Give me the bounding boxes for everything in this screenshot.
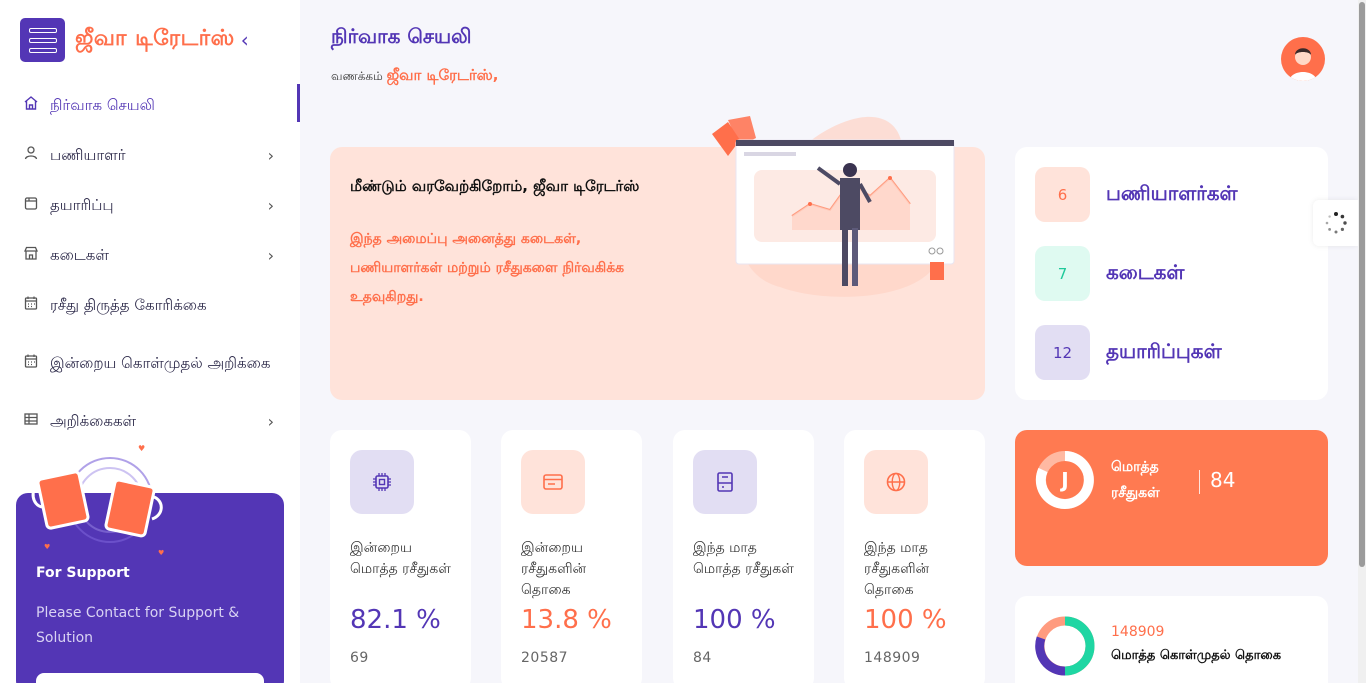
sidebar-item-stores[interactable]: கடைகள் › bbox=[0, 230, 300, 280]
counter-card: 6 பணியாளர்கள் 7 கடைகள் 12 தயாரிப்புகள் bbox=[1015, 147, 1328, 400]
counter-label: கடைகள் bbox=[1106, 260, 1185, 284]
chip-icon bbox=[350, 450, 414, 514]
support-button[interactable] bbox=[36, 673, 264, 683]
sidebar: ஜீவா டிரேடர்ஸ் ‹ நிர்வாக செயலி பணியாளர் … bbox=[0, 0, 300, 683]
home-icon bbox=[22, 95, 40, 115]
stat-card-month-amount: இந்த மாத ரசீதுகளின் தொகை 100 % 148909 bbox=[844, 430, 985, 683]
stat-value: 100 % bbox=[693, 605, 776, 635]
counter-label: பணியாளர்கள் bbox=[1106, 181, 1238, 205]
menu-icon[interactable] bbox=[20, 18, 65, 62]
counter-products[interactable]: 12 தயாரிப்புகள் bbox=[1035, 325, 1222, 380]
calendar-icon bbox=[22, 353, 40, 373]
window-icon bbox=[521, 450, 585, 514]
counter-value: 7 bbox=[1035, 246, 1090, 301]
sidebar-item-label: அறிக்கைகள் bbox=[50, 411, 137, 430]
stat-value: 13.8 % bbox=[521, 605, 612, 635]
counter-value: 12 bbox=[1035, 325, 1090, 380]
svg-text:♥: ♥ bbox=[138, 445, 145, 453]
brand-name: ஜீவா டிரேடர்ஸ் bbox=[75, 26, 235, 51]
chevron-right-icon: › bbox=[267, 411, 274, 431]
brand[interactable]: ஜீவா டிரேடர்ஸ் ‹ bbox=[20, 18, 249, 62]
scrollbar-thumb[interactable] bbox=[1359, 2, 1365, 567]
page-title: நிர்வாக செயலி bbox=[331, 24, 472, 48]
box-icon bbox=[22, 195, 40, 215]
stat-label: இந்த மாத மொத்த ரசீதுகள் bbox=[693, 540, 794, 577]
welcome-title: மீண்டும் வரவேற்கிறோம், ஜீவா டிரேடர்ஸ் bbox=[350, 177, 640, 195]
sidebar-item-label: கடைகள் bbox=[50, 245, 109, 264]
greeting: வணக்கம் ஜீவா டிரேடர்ஸ், bbox=[331, 66, 498, 86]
stat-sub: 148909 bbox=[864, 650, 921, 666]
stat-card-today-amount: இன்றைய ரசீதுகளின் தொகை 13.8 % 20587 bbox=[501, 430, 642, 683]
support-title: For Support bbox=[36, 565, 130, 581]
stat-label: இந்த மாத ரசீதுகளின் தொகை bbox=[864, 540, 930, 598]
chevron-right-icon: › bbox=[267, 195, 274, 215]
stat-card-month-receipts: இந்த மாத மொத்த ரசீதுகள் 100 % 84 bbox=[673, 430, 814, 683]
sidebar-item-label: ரசீது திருத்த கோரிக்கை bbox=[50, 295, 207, 314]
greeting-prefix: வணக்கம் bbox=[331, 69, 383, 83]
stat-sub: 69 bbox=[350, 650, 369, 666]
counter-label: தயாரிப்புகள் bbox=[1106, 339, 1222, 363]
counter-stores[interactable]: 7 கடைகள் bbox=[1035, 246, 1184, 301]
sidebar-item-purchase-report[interactable]: இன்றைய கொள்முதல் அறிக்கை bbox=[0, 330, 300, 396]
support-text: Please Contact for Support & Solution bbox=[36, 605, 240, 646]
divider bbox=[1199, 470, 1200, 494]
store-icon bbox=[22, 245, 40, 265]
cheers-illustration: ♥ ♥ ♥ bbox=[31, 445, 164, 555]
sidebar-item-dashboard[interactable]: நிர்வாக செயலி bbox=[0, 80, 300, 130]
total-purchase-card: 148909 மொத்த கொள்முதல் தொகை bbox=[1015, 596, 1328, 683]
scrollbar[interactable] bbox=[1358, 0, 1366, 683]
sidebar-item-label: இன்றைய கொள்முதல் அறிக்கை bbox=[50, 353, 271, 372]
sidebar-item-reports[interactable]: அறிக்கைகள் › bbox=[0, 396, 300, 446]
avatar[interactable] bbox=[1281, 37, 1325, 81]
stat-sub: 20587 bbox=[521, 650, 569, 666]
chevron-right-icon: › bbox=[267, 245, 274, 265]
presentation-illustration bbox=[712, 116, 955, 297]
counter-employees[interactable]: 6 பணியாளர்கள் bbox=[1035, 167, 1238, 222]
sidebar-item-receipt-edit[interactable]: ரசீது திருத்த கோரிக்கை bbox=[0, 280, 300, 330]
user-icon bbox=[22, 145, 40, 165]
svg-text:♥: ♥ bbox=[44, 543, 50, 551]
globe-icon bbox=[864, 450, 928, 514]
total-receipts-card: J மொத்த ரசீதுகள் 84 bbox=[1015, 430, 1328, 566]
drive-icon bbox=[693, 450, 757, 514]
calendar-icon bbox=[22, 295, 40, 315]
greeting-name: ஜீவா டிரேடர்ஸ், bbox=[386, 66, 499, 84]
stat-label: இன்றைய ரசீதுகளின் தொகை bbox=[521, 540, 587, 598]
chevron-left-icon[interactable]: ‹ bbox=[241, 28, 249, 52]
sidebar-menu: நிர்வாக செயலி பணியாளர் › தயாரிப்பு › கடை… bbox=[0, 80, 300, 446]
stat-sub: 84 bbox=[693, 650, 712, 666]
sidebar-item-label: நிர்வாக செயலி bbox=[50, 95, 155, 114]
stat-card-today-receipts: இன்றைய மொத்த ரசீதுகள் 82.1 % 69 bbox=[330, 430, 471, 683]
purchase-donut bbox=[1035, 616, 1095, 676]
stat-value: 82.1 % bbox=[350, 605, 441, 635]
table-icon bbox=[22, 411, 40, 431]
stat-value: 100 % bbox=[864, 605, 947, 635]
sidebar-item-label: பணியாளர் bbox=[50, 145, 126, 164]
receipts-value: 84 bbox=[1210, 468, 1236, 492]
loading-spinner-icon[interactable] bbox=[1313, 200, 1358, 246]
purchase-value: 148909 bbox=[1111, 624, 1165, 640]
chevron-right-icon: › bbox=[267, 145, 274, 165]
receipts-label: மொத்த ரசீதுகள் bbox=[1111, 459, 1160, 501]
receipts-letter: J bbox=[1061, 468, 1069, 492]
svg-text:♥: ♥ bbox=[158, 549, 164, 555]
sidebar-item-employee[interactable]: பணியாளர் › bbox=[0, 130, 300, 180]
stat-label: இன்றைய மொத்த ரசீதுகள் bbox=[350, 540, 451, 577]
sidebar-item-product[interactable]: தயாரிப்பு › bbox=[0, 180, 300, 230]
welcome-description: இந்த அமைப்பு அனைத்து கடைகள், பணியாளர்கள்… bbox=[350, 231, 625, 305]
purchase-label: மொத்த கொள்முதல் தொகை bbox=[1111, 648, 1282, 663]
sidebar-item-label: தயாரிப்பு bbox=[50, 195, 114, 214]
counter-value: 6 bbox=[1035, 167, 1090, 222]
